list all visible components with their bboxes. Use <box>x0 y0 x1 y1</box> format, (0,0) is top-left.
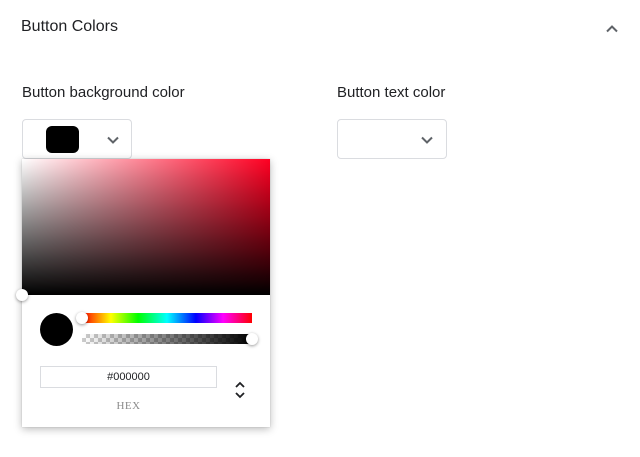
button-colors-header[interactable]: Button Colors <box>0 0 640 56</box>
hex-input[interactable] <box>40 366 217 388</box>
hue-slider[interactable] <box>82 313 252 323</box>
alpha-slider[interactable] <box>82 334 252 344</box>
background-color-label: Button background color <box>22 84 185 101</box>
chevron-down-icon <box>107 136 119 144</box>
chevron-up-icon[interactable] <box>603 20 621 38</box>
section-title: Button Colors <box>21 18 118 35</box>
up-down-chevrons-icon[interactable] <box>233 378 247 402</box>
text-color-label: Button text color <box>337 84 446 101</box>
color-picker-popup: HEX <box>16 159 270 427</box>
saturation-value-area[interactable] <box>22 159 270 295</box>
text-color-picker-button[interactable] <box>337 119 447 159</box>
hue-slider-thumb[interactable] <box>76 312 88 324</box>
alpha-slider-thumb[interactable] <box>246 333 258 345</box>
background-color-swatch <box>46 126 79 153</box>
saturation-value-handle[interactable] <box>16 289 28 301</box>
chevron-down-icon <box>421 136 433 144</box>
color-preview <box>40 313 73 346</box>
background-color-picker-button[interactable] <box>22 119 132 159</box>
color-mode-label: HEX <box>116 400 141 412</box>
